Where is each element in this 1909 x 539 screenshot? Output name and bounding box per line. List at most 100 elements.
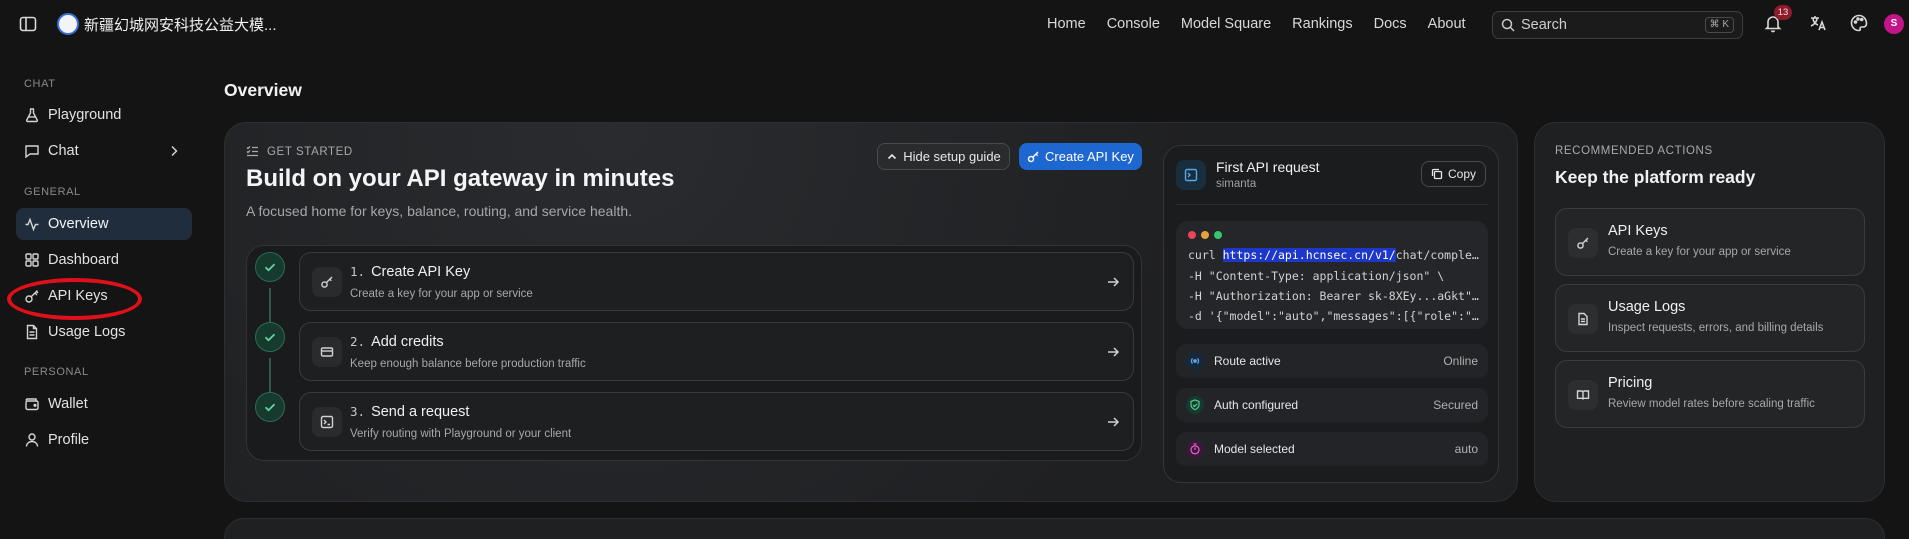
search-input[interactable]: Search ⌘ K xyxy=(1492,11,1743,39)
step-connector xyxy=(269,288,271,325)
key-icon xyxy=(312,267,342,297)
recommended-usage-logs[interactable]: Usage Logs Inspect requests, errors, and… xyxy=(1555,284,1865,352)
recommended-item-title: API Keys xyxy=(1608,223,1668,239)
avatar[interactable]: S xyxy=(1884,14,1904,34)
sidebar-item-wallet[interactable]: Wallet xyxy=(16,388,192,420)
nav-about[interactable]: About xyxy=(1428,16,1466,32)
recommended-item-title: Pricing xyxy=(1608,375,1653,391)
copy-button[interactable]: Copy xyxy=(1421,161,1486,187)
recommended-eyebrow: RECOMMENDED ACTIONS xyxy=(1555,145,1713,157)
recommended-api-keys[interactable]: API Keys Create a key for your app or se… xyxy=(1555,208,1865,276)
nav-rankings[interactable]: Rankings xyxy=(1292,16,1352,32)
status-model-selected: Model selected auto xyxy=(1176,432,1488,466)
check-icon xyxy=(255,252,285,282)
sidebar-item-dashboard[interactable]: Dashboard xyxy=(16,244,192,276)
status-value: Secured xyxy=(1433,398,1478,412)
code-token: curl xyxy=(1188,248,1223,262)
api-request-title: First API request xyxy=(1216,159,1320,175)
grid-icon xyxy=(24,252,40,268)
book-icon xyxy=(1568,380,1598,410)
brand-logo[interactable] xyxy=(57,13,79,35)
code-line-3: -H "Authorization: Bearer sk-8XEy...aGkt… xyxy=(1188,289,1480,303)
timer-icon xyxy=(1186,440,1204,458)
recommended-pricing[interactable]: Pricing Review model rates before scalin… xyxy=(1555,360,1865,428)
palette-icon[interactable] xyxy=(1849,13,1869,33)
divider xyxy=(1176,204,1488,205)
recommended-item-desc: Create a key for your app or service xyxy=(1608,246,1791,258)
code-line-2: -H "Content-Type: application/json" \ xyxy=(1188,269,1445,283)
status-label: Auth configured xyxy=(1214,398,1299,412)
next-section-card xyxy=(224,518,1885,539)
nav-model-square[interactable]: Model Square xyxy=(1181,16,1271,32)
nav-docs[interactable]: Docs xyxy=(1374,16,1407,32)
sidebar-item-label: Usage Logs xyxy=(48,324,126,340)
terminal-icon xyxy=(1176,160,1206,190)
user-icon xyxy=(24,432,40,448)
page-title: Overview xyxy=(224,80,302,100)
notification-badge: 13 xyxy=(1774,5,1792,20)
sidebar-toggle-icon[interactable] xyxy=(18,14,38,34)
setup-steps: 1. Create API Key Create a key for your a… xyxy=(246,245,1142,461)
first-api-request-card: First API request simanta Copy curl http… xyxy=(1163,145,1499,483)
document-icon xyxy=(24,324,40,340)
search-placeholder: Search xyxy=(1521,17,1567,33)
step-connector xyxy=(269,358,271,395)
sidebar-item-label: Overview xyxy=(48,216,109,232)
step-create-api-key[interactable]: 1. Create API Key Create a key for your a… xyxy=(299,252,1134,311)
status-auth-configured: Auth configured Secured xyxy=(1176,388,1488,422)
sidebar-item-playground[interactable]: Playground xyxy=(16,99,192,131)
hide-setup-guide-button[interactable]: Hide setup guide xyxy=(877,143,1010,170)
recommended-title: Keep the platform ready xyxy=(1555,167,1756,187)
step-send-request[interactable]: 3. Send a request Verify routing with Pla… xyxy=(299,392,1134,451)
shield-icon xyxy=(1186,396,1204,414)
code-token: chat/completions \ xyxy=(1395,248,1480,262)
code-snippet: curl https://api.hcnsec.cn/v1/chat/compl… xyxy=(1176,221,1488,329)
sidebar-item-chat[interactable]: Chat xyxy=(16,135,192,167)
copy-icon xyxy=(1431,168,1443,180)
top-header: 新疆幻城网安科技公益大模... Home Console Model Squar… xyxy=(0,0,1909,48)
nav-console[interactable]: Console xyxy=(1107,16,1160,32)
code-line-4: -d '{"model":"auto","messages":[{"role":… xyxy=(1188,309,1480,323)
sidebar-item-overview[interactable]: Overview xyxy=(16,208,192,240)
step-number: 3. xyxy=(350,404,366,419)
create-api-key-button[interactable]: Create API Key xyxy=(1019,143,1142,170)
sidebar-section-chat: CHAT xyxy=(24,78,56,90)
nav-home[interactable]: Home xyxy=(1047,16,1086,32)
sidebar-item-usage-logs[interactable]: Usage Logs xyxy=(16,316,192,348)
get-started-eyebrow: GET STARTED xyxy=(246,145,353,158)
translate-icon[interactable] xyxy=(1808,13,1828,33)
get-started-panel: GET STARTED Build on your API gateway in… xyxy=(224,122,1518,502)
step-title-text: Add credits xyxy=(371,334,444,350)
step-title: 3. Send a request xyxy=(350,404,469,420)
search-shortcut: ⌘ K xyxy=(1704,17,1734,33)
sidebar-item-label: Wallet xyxy=(48,396,88,412)
step-number: 2. xyxy=(350,334,366,349)
status-label: Route active xyxy=(1214,354,1281,368)
brand-name[interactable]: 新疆幻城网安科技公益大模... xyxy=(84,14,277,35)
sidebar-item-profile[interactable]: Profile xyxy=(16,424,192,456)
credit-card-icon xyxy=(312,337,342,367)
flask-icon xyxy=(24,107,40,123)
code-line-1: curl https://api.hcnsec.cn/v1/chat/compl… xyxy=(1188,248,1480,262)
step-title: 2. Add credits xyxy=(350,334,444,350)
status-value: auto xyxy=(1454,442,1478,456)
checklist-icon xyxy=(246,145,259,158)
search-icon xyxy=(1501,18,1515,32)
step-number: 1. xyxy=(350,264,366,279)
recommended-item-desc: Review model rates before scaling traffi… xyxy=(1608,398,1815,410)
key-icon xyxy=(1568,228,1598,258)
status-route-active: Route active Online xyxy=(1176,344,1488,378)
arrow-right-icon xyxy=(1105,344,1121,360)
get-started-label: GET STARTED xyxy=(267,145,353,158)
step-add-credits[interactable]: 2. Add credits Keep enough balance before… xyxy=(299,322,1134,381)
status-value: Online xyxy=(1443,354,1478,368)
sidebar-item-label: Playground xyxy=(48,107,122,123)
sidebar-item-label: Dashboard xyxy=(48,252,119,268)
status-label: Model selected xyxy=(1214,442,1295,456)
recommended-item-desc: Inspect requests, errors, and billing de… xyxy=(1608,322,1824,334)
create-api-key-label: Create API Key xyxy=(1045,149,1134,164)
chevron-right-icon[interactable] xyxy=(166,143,182,159)
main-nav: Home Console Model Square Rankings Docs … xyxy=(1047,0,1487,48)
message-icon xyxy=(24,143,40,159)
key-icon xyxy=(1027,150,1040,163)
